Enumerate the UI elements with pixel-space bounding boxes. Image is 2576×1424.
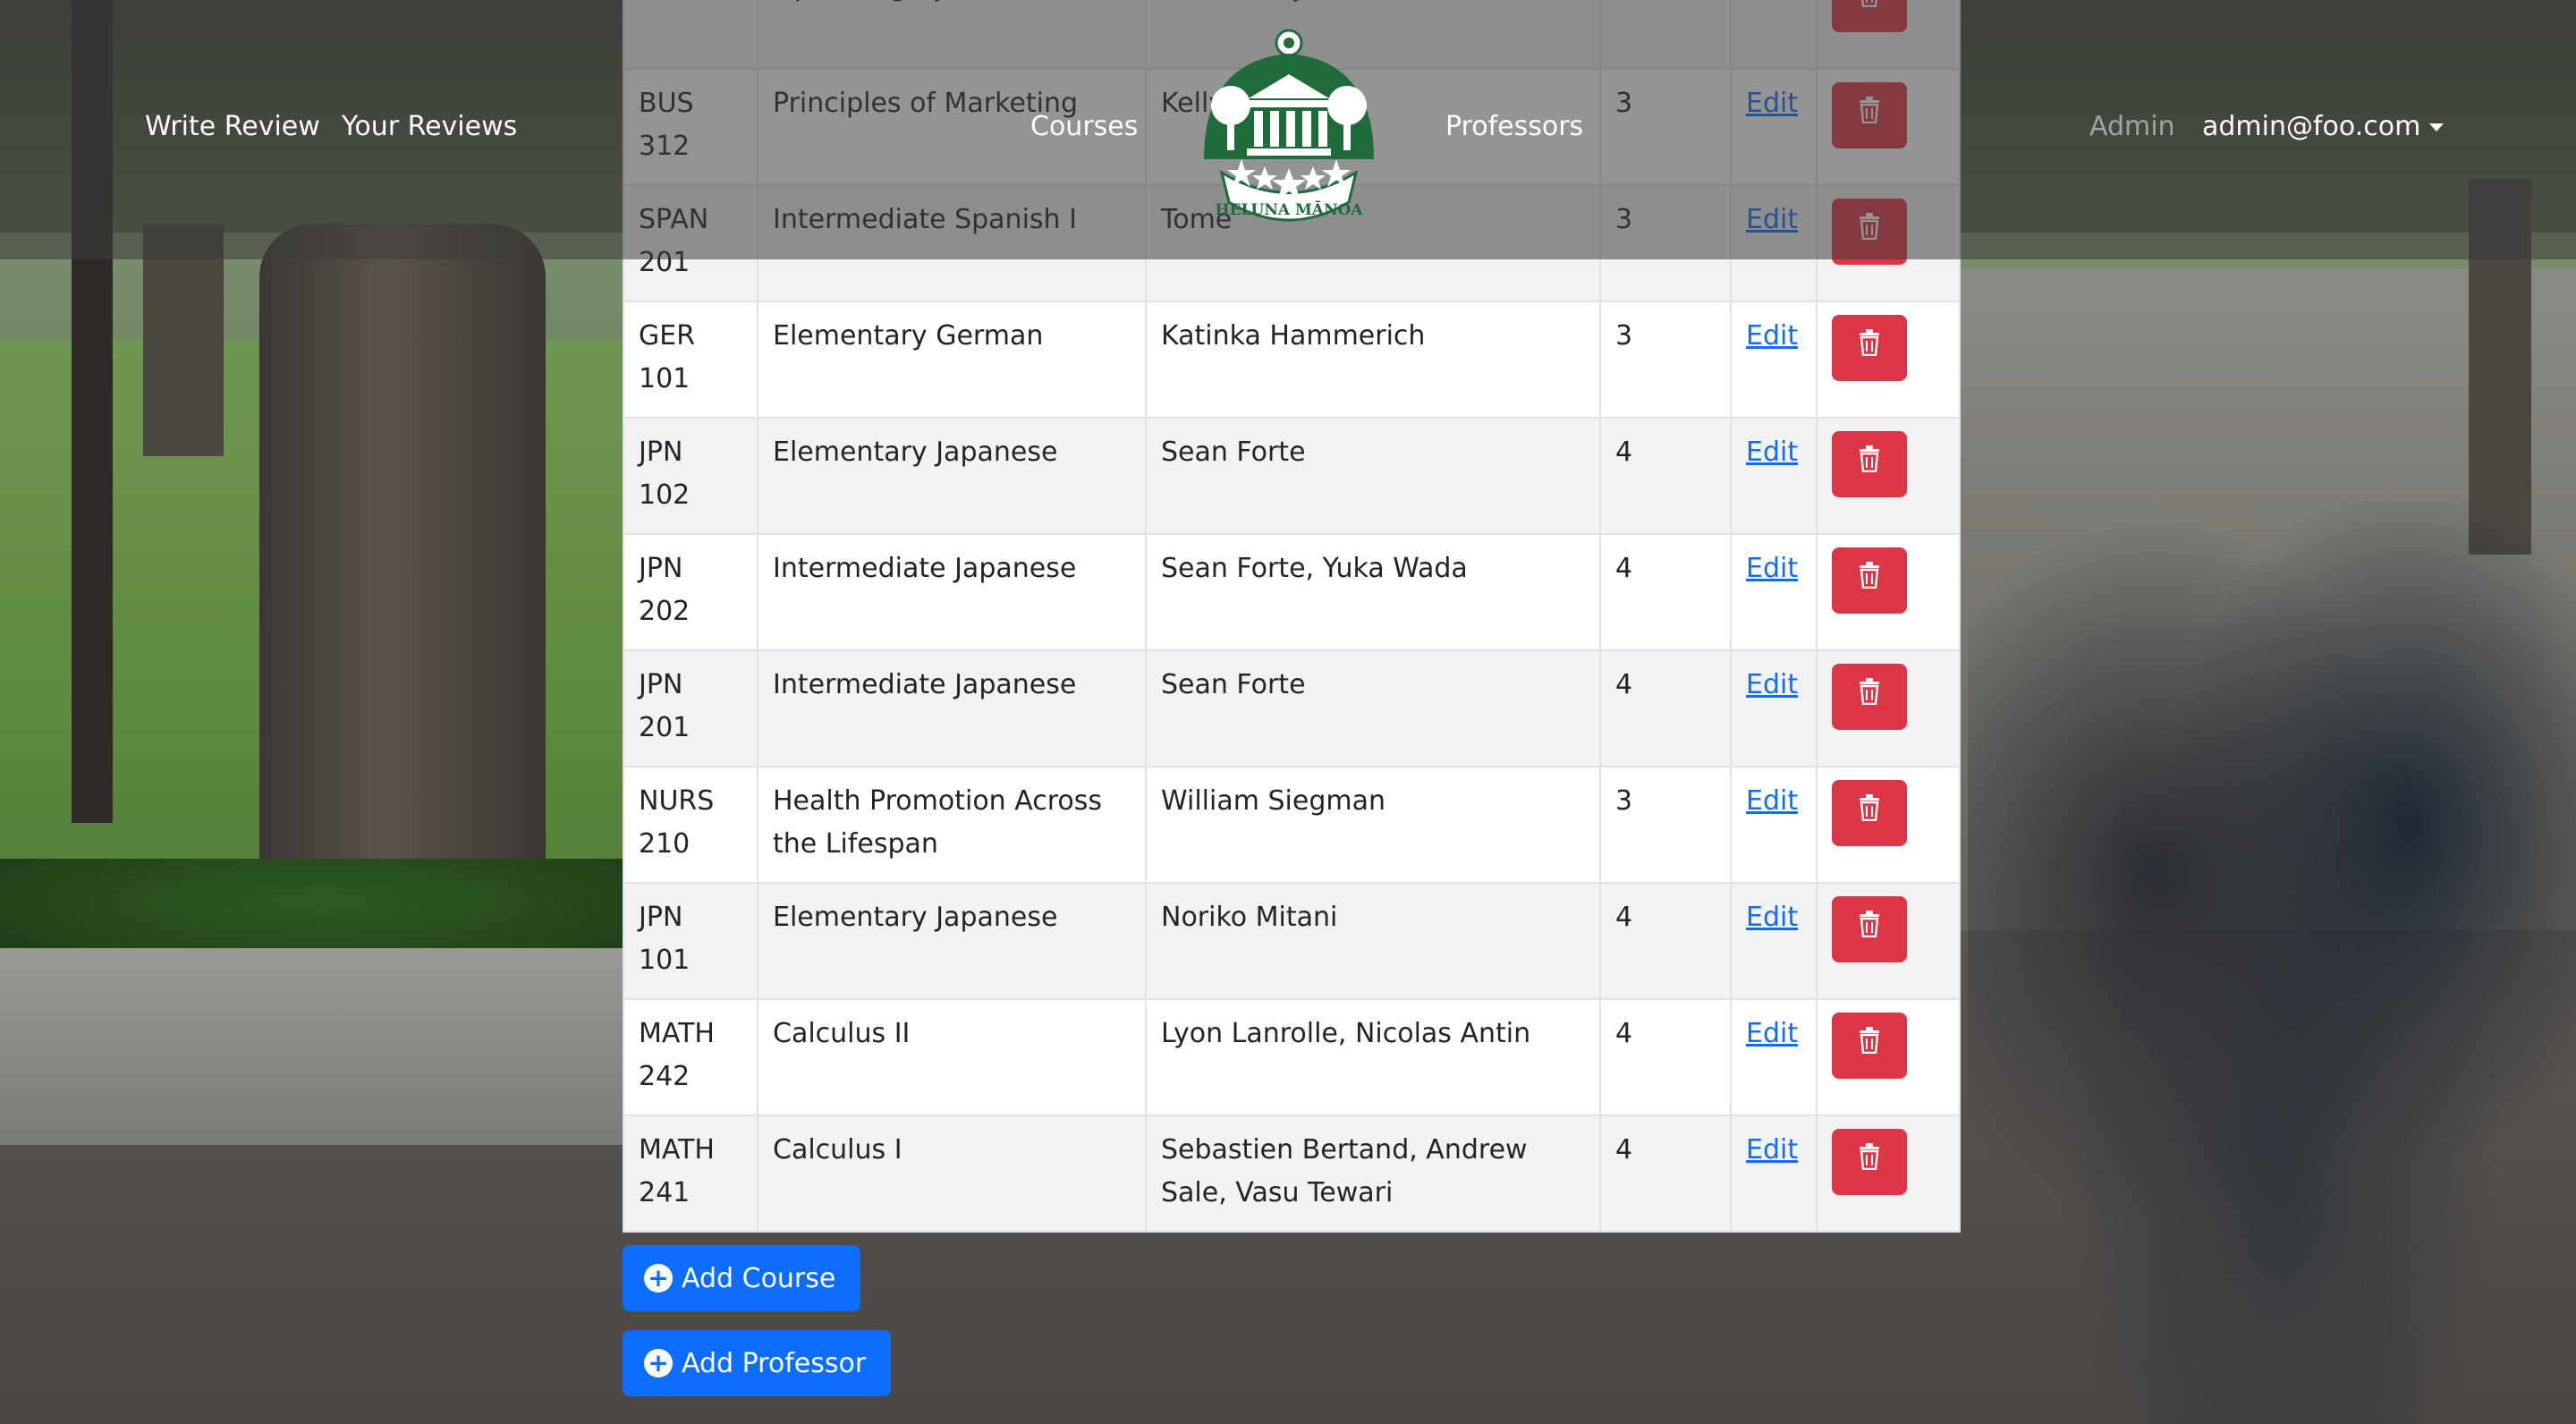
edit-link[interactable]: Edit	[1746, 437, 1798, 468]
trash-icon	[1858, 326, 1881, 369]
course-credits: 4	[1599, 998, 1732, 1116]
course-name: Calculus I	[757, 1115, 1147, 1233]
edit-cell: Edit	[1730, 301, 1818, 419]
table-row: MATH 241 Calculus I Sebastien Bertand, And…	[623, 1115, 1961, 1233]
add-course-label: Add Course	[682, 1262, 836, 1294]
course-professor: Lyon Lanrolle, Nicolas Antin	[1145, 998, 1601, 1116]
delete-button[interactable]	[1832, 547, 1907, 614]
course-name: Elementary German	[757, 301, 1147, 419]
edit-link[interactable]: Edit	[1746, 1018, 1798, 1049]
course-professor: Sean Forte	[1145, 417, 1601, 535]
edit-cell: Edit	[1730, 766, 1818, 884]
table-row: GER 101 Elementary German Katinka Hammeric…	[623, 301, 1961, 419]
trash-icon	[1858, 1140, 1881, 1183]
table-row: NURS 210 Health Promotion Across the Life…	[623, 766, 1961, 884]
delete-cell	[1816, 998, 1961, 1116]
course-credits: 4	[1599, 417, 1732, 535]
add-professor-label: Add Professor	[682, 1347, 867, 1379]
trash-icon	[1858, 908, 1881, 951]
trash-icon	[1858, 792, 1881, 835]
course-code: JPN 202	[623, 533, 758, 651]
logo-text: HELUNA MĀNOA	[1215, 200, 1363, 219]
course-code: GER 101	[623, 301, 758, 419]
edit-link[interactable]: Edit	[1746, 1134, 1798, 1165]
course-credits: 3	[1599, 301, 1732, 419]
course-name: Calculus II	[757, 998, 1147, 1116]
course-code: JPN 201	[623, 649, 758, 767]
delete-button[interactable]	[1832, 780, 1907, 846]
course-credits: 4	[1599, 1115, 1732, 1233]
course-name: Elementary Japanese	[757, 882, 1147, 1000]
delete-button[interactable]	[1832, 1129, 1907, 1195]
delete-cell	[1816, 533, 1961, 651]
site-logo[interactable]: HELUNA MĀNOA	[1195, 25, 1383, 238]
table-row: JPN 201 Intermediate Japanese Sean Forte 4 E…	[623, 649, 1961, 767]
plus-circle-icon: +	[644, 1349, 673, 1377]
course-professor: Noriko Mitani	[1145, 882, 1601, 1000]
course-credits: 4	[1599, 533, 1732, 651]
trash-icon	[1858, 675, 1881, 718]
course-name: Elementary Japanese	[757, 417, 1147, 535]
nav-professors[interactable]: Professors	[1445, 111, 1583, 142]
edit-cell: Edit	[1730, 882, 1818, 1000]
delete-cell	[1816, 417, 1961, 535]
plus-circle-icon: +	[644, 1264, 673, 1293]
delete-cell	[1816, 301, 1961, 419]
delete-button[interactable]	[1832, 896, 1907, 962]
delete-cell	[1816, 766, 1961, 884]
caret-down-icon	[2429, 123, 2445, 131]
course-name: Health Promotion Across the Lifespan	[757, 766, 1147, 884]
course-code: JPN 102	[623, 417, 758, 535]
trash-icon	[1858, 559, 1881, 602]
edit-cell: Edit	[1730, 998, 1818, 1116]
course-professor: Sebastien Bertand, Andrew Sale, Vasu Tew…	[1145, 1115, 1601, 1233]
edit-cell: Edit	[1730, 649, 1818, 767]
delete-button[interactable]	[1832, 664, 1907, 730]
nav-courses[interactable]: Courses	[1030, 111, 1138, 142]
table-row: JPN 102 Elementary Japanese Sean Forte 4 Edi…	[623, 417, 1961, 535]
edit-link[interactable]: Edit	[1746, 320, 1798, 352]
table-row: JPN 202 Intermediate Japanese Sean Forte, …	[623, 533, 1961, 651]
course-professor: Sean Forte	[1145, 649, 1601, 767]
course-code: MATH 241	[623, 1115, 758, 1233]
edit-cell: Edit	[1730, 533, 1818, 651]
table-row: JPN 101 Elementary Japanese Noriko Mitani 4…	[623, 882, 1961, 1000]
edit-link[interactable]: Edit	[1746, 785, 1798, 817]
table-row: MATH 242 Calculus II Lyon Lanrolle, Nicola…	[623, 998, 1961, 1116]
add-professor-button[interactable]: + Add Professor	[623, 1330, 892, 1396]
course-professor: Sean Forte, Yuka Wada	[1145, 533, 1601, 651]
user-dropdown[interactable]: admin@foo.com	[2202, 111, 2445, 142]
course-name: Intermediate Japanese	[757, 533, 1147, 651]
edit-link[interactable]: Edit	[1746, 902, 1798, 933]
edit-link[interactable]: Edit	[1746, 669, 1798, 700]
edit-cell: Edit	[1730, 1115, 1818, 1233]
trash-icon	[1858, 1024, 1881, 1067]
delete-cell	[1816, 649, 1961, 767]
delete-button[interactable]	[1832, 431, 1907, 497]
delete-cell	[1816, 1115, 1961, 1233]
course-code: JPN 101	[623, 882, 758, 1000]
nav-admin[interactable]: Admin	[2089, 111, 2175, 142]
nav-write-review[interactable]: Write Review	[145, 111, 320, 142]
user-email: admin@foo.com	[2202, 111, 2421, 142]
course-credits: 4	[1599, 649, 1732, 767]
course-credits: 3	[1599, 766, 1732, 884]
delete-button[interactable]	[1832, 1013, 1907, 1079]
edit-link[interactable]: Edit	[1746, 553, 1798, 584]
delete-button[interactable]	[1832, 315, 1907, 381]
course-name: Intermediate Japanese	[757, 649, 1147, 767]
course-professor: William Siegman	[1145, 766, 1601, 884]
trash-icon	[1858, 443, 1881, 486]
add-course-button[interactable]: + Add Course	[623, 1245, 861, 1311]
edit-cell: Edit	[1730, 417, 1818, 535]
nav-your-reviews[interactable]: Your Reviews	[342, 111, 517, 142]
delete-cell	[1816, 882, 1961, 1000]
course-professor: Katinka Hammerich	[1145, 301, 1601, 419]
course-code: MATH 242	[623, 998, 758, 1116]
course-code: NURS 210	[623, 766, 758, 884]
course-credits: 4	[1599, 882, 1732, 1000]
